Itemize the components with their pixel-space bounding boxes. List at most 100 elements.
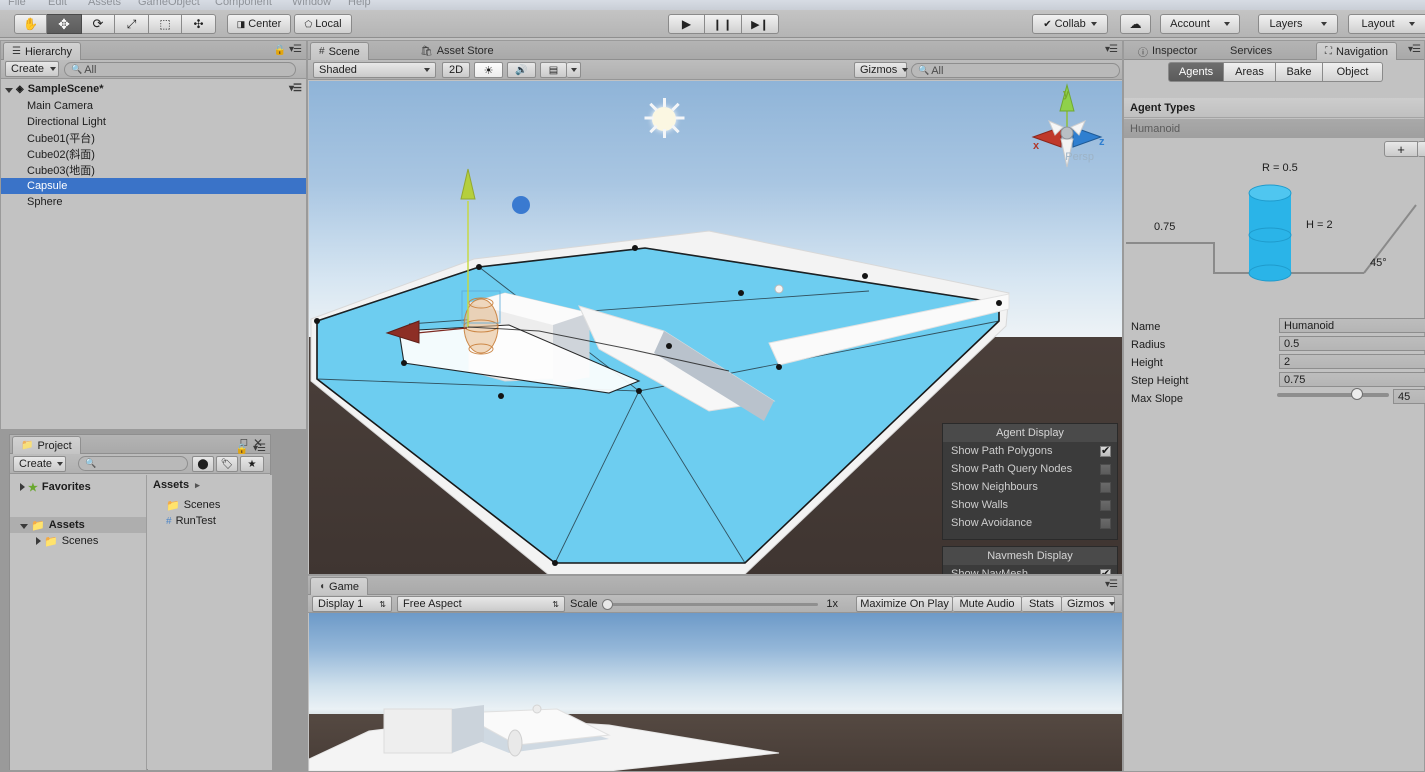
checkbox-show-path-polygons[interactable] [1100,444,1111,457]
agent-type-row-humanoid[interactable]: Humanoid [1124,119,1424,138]
tab-navigation[interactable]: ⛶ Navigation [1316,42,1397,60]
menu-item-edit[interactable]: Edit [48,0,67,8]
scene-search-input[interactable]: 🔍 All [911,63,1120,78]
menu-item-assets[interactable]: Assets [88,0,121,8]
move-tool-button[interactable]: ✥ [47,14,82,34]
panel-menu-icon[interactable]: ▾☰ [1408,44,1421,55]
transform-tool-button[interactable]: ✣ [182,14,216,34]
chevron-right-icon[interactable] [20,483,25,491]
game-viewport[interactable] [309,613,1122,771]
chevron-down-icon[interactable] [20,523,28,529]
row-show-walls[interactable]: Show Walls [943,496,1117,514]
cloud-button[interactable]: ☁ [1120,14,1151,34]
play-button[interactable]: ▶ [668,14,705,34]
mode-agents-button[interactable]: Agents [1168,62,1224,82]
hierarchy-scene-root[interactable]: ◈ SampleScene* ▾☰ [1,81,306,97]
scale-slider-handle[interactable] [601,598,613,610]
max-slope-field[interactable]: 45 [1393,389,1425,404]
pivot-mode-button[interactable]: ◨ Center [227,14,291,34]
panel-menu-icon[interactable]: ▾☰ [289,44,302,55]
menu-item-gameobject[interactable]: GameObject [138,0,200,8]
chevron-right-icon[interactable] [36,537,41,545]
project-create-button[interactable]: Create [13,456,66,472]
breadcrumb[interactable]: Assets ▸ [148,477,272,493]
hierarchy-search-input[interactable]: 🔍 All [64,62,296,77]
checkbox-show-navmesh[interactable] [1100,567,1111,574]
radius-field[interactable]: 0.5 [1279,336,1425,351]
menu-item-component[interactable]: Component [215,0,272,8]
hierarchy-item-main-camera[interactable]: Main Camera [1,98,306,114]
row-show-neighbours[interactable]: Show Neighbours [943,478,1117,496]
hand-tool-button[interactable]: ✋ [14,14,47,34]
lock-icon[interactable]: 🔒 [274,45,286,56]
project-tree-favorites[interactable]: ★ Favorites [10,479,146,495]
move-gizmo-y-arrow[interactable] [460,168,476,200]
mute-audio-button[interactable]: Mute Audio [953,596,1022,612]
mode-areas-button[interactable]: Areas [1224,62,1276,82]
scene-orientation-gizmo[interactable]: y x z [1015,81,1120,186]
checkbox-show-walls[interactable] [1100,499,1111,511]
step-height-field[interactable]: 0.75 [1279,372,1425,387]
hierarchy-item-sphere[interactable]: Sphere [1,194,306,210]
filter-by-label-button[interactable]: 🏷 [216,456,238,472]
toggle-2d-button[interactable]: 2D [442,62,470,78]
tab-game[interactable]: ◖ Game [310,577,369,595]
maximize-on-play-button[interactable]: Maximize On Play [856,596,953,612]
scale-slider-track[interactable] [601,598,819,610]
list-item[interactable]: # RunTest [148,513,272,529]
scale-slider-group[interactable]: Scale 1x [570,596,838,612]
main-camera-gizmo[interactable] [774,284,784,294]
row-show-path-polygons[interactable]: Show Path Polygons [943,442,1117,460]
project-search-input[interactable]: 🔍 [78,456,188,471]
layers-button[interactable]: Layers [1258,14,1338,34]
scale-tool-button[interactable]: ⤢ [115,14,149,34]
scene-fx-button[interactable]: ▤ [540,62,567,78]
project-tree-scenes[interactable]: 📁 Scenes [10,533,146,549]
height-field[interactable]: 2 [1279,354,1425,369]
max-slope-slider-handle[interactable] [1351,388,1363,400]
menu-item-help[interactable]: Help [348,0,371,8]
scene-perspective-label[interactable]: Persp [1065,151,1094,163]
scene-fx-dropdown[interactable] [567,62,581,78]
mode-bake-button[interactable]: Bake [1276,62,1323,82]
max-slope-slider-track[interactable] [1277,388,1389,400]
tab-services[interactable]: Services [1222,42,1280,60]
collab-button[interactable]: ✔ Collab [1032,14,1108,34]
row-show-navmesh[interactable]: Show NavMesh [943,565,1117,574]
sphere-target[interactable] [512,196,530,214]
scene-audio-toggle[interactable]: 🔊 [507,62,536,78]
hierarchy-item-cube01[interactable]: Cube01(平台) [1,130,306,146]
rect-tool-button[interactable]: ⬚ [149,14,182,34]
tab-project[interactable]: 📁 Project [12,436,81,454]
checkbox-show-neighbours[interactable] [1100,481,1111,493]
hierarchy-item-cube02[interactable]: Cube02(斜面) [1,146,306,162]
game-gizmos-dropdown[interactable]: Gizmos [1062,596,1116,612]
tab-hierarchy[interactable]: ☰ Hierarchy [3,42,82,60]
name-field[interactable]: Humanoid [1279,318,1425,333]
row-show-avoidance[interactable]: Show Avoidance [943,514,1117,532]
hierarchy-item-directional-light[interactable]: Directional Light [1,114,306,130]
add-agent-type-button[interactable]: + [1384,141,1418,157]
checkbox-show-avoidance[interactable] [1100,517,1111,529]
panel-menu-icon[interactable]: ▾☰ [1105,579,1118,590]
step-button[interactable]: ▶❙ [742,14,779,34]
display-dropdown[interactable]: Display 1 ⇅ [312,596,392,612]
panel-menu-icon[interactable]: ▾☰ [1105,44,1118,55]
menu-item-file[interactable]: File [8,0,26,8]
stats-button[interactable]: Stats [1022,596,1062,612]
hierarchy-create-button[interactable]: Create [5,61,59,77]
tab-inspector[interactable]: ⓘ Inspector [1130,42,1205,60]
row-show-path-query-nodes[interactable]: Show Path Query Nodes [943,460,1117,478]
layout-button[interactable]: Layout [1348,14,1425,34]
mode-object-button[interactable]: Object [1323,62,1383,82]
hierarchy-item-cube03[interactable]: Cube03(地面) [1,162,306,178]
checkbox-show-path-query-nodes[interactable] [1100,463,1111,475]
scene-gizmos-dropdown[interactable]: Gizmos [854,62,909,78]
pause-button[interactable]: ❙❙ [705,14,742,34]
remove-agent-type-button[interactable]: − [1418,141,1425,157]
chevron-down-icon[interactable] [5,87,13,93]
tab-scene[interactable]: # Scene [310,42,369,60]
panel-menu-icon[interactable]: ▾☰ [253,443,266,454]
scene-viewport[interactable]: y x z Persp Agent Display Show Path Poly… [309,81,1122,574]
list-item[interactable]: 📁 Scenes [148,497,272,513]
